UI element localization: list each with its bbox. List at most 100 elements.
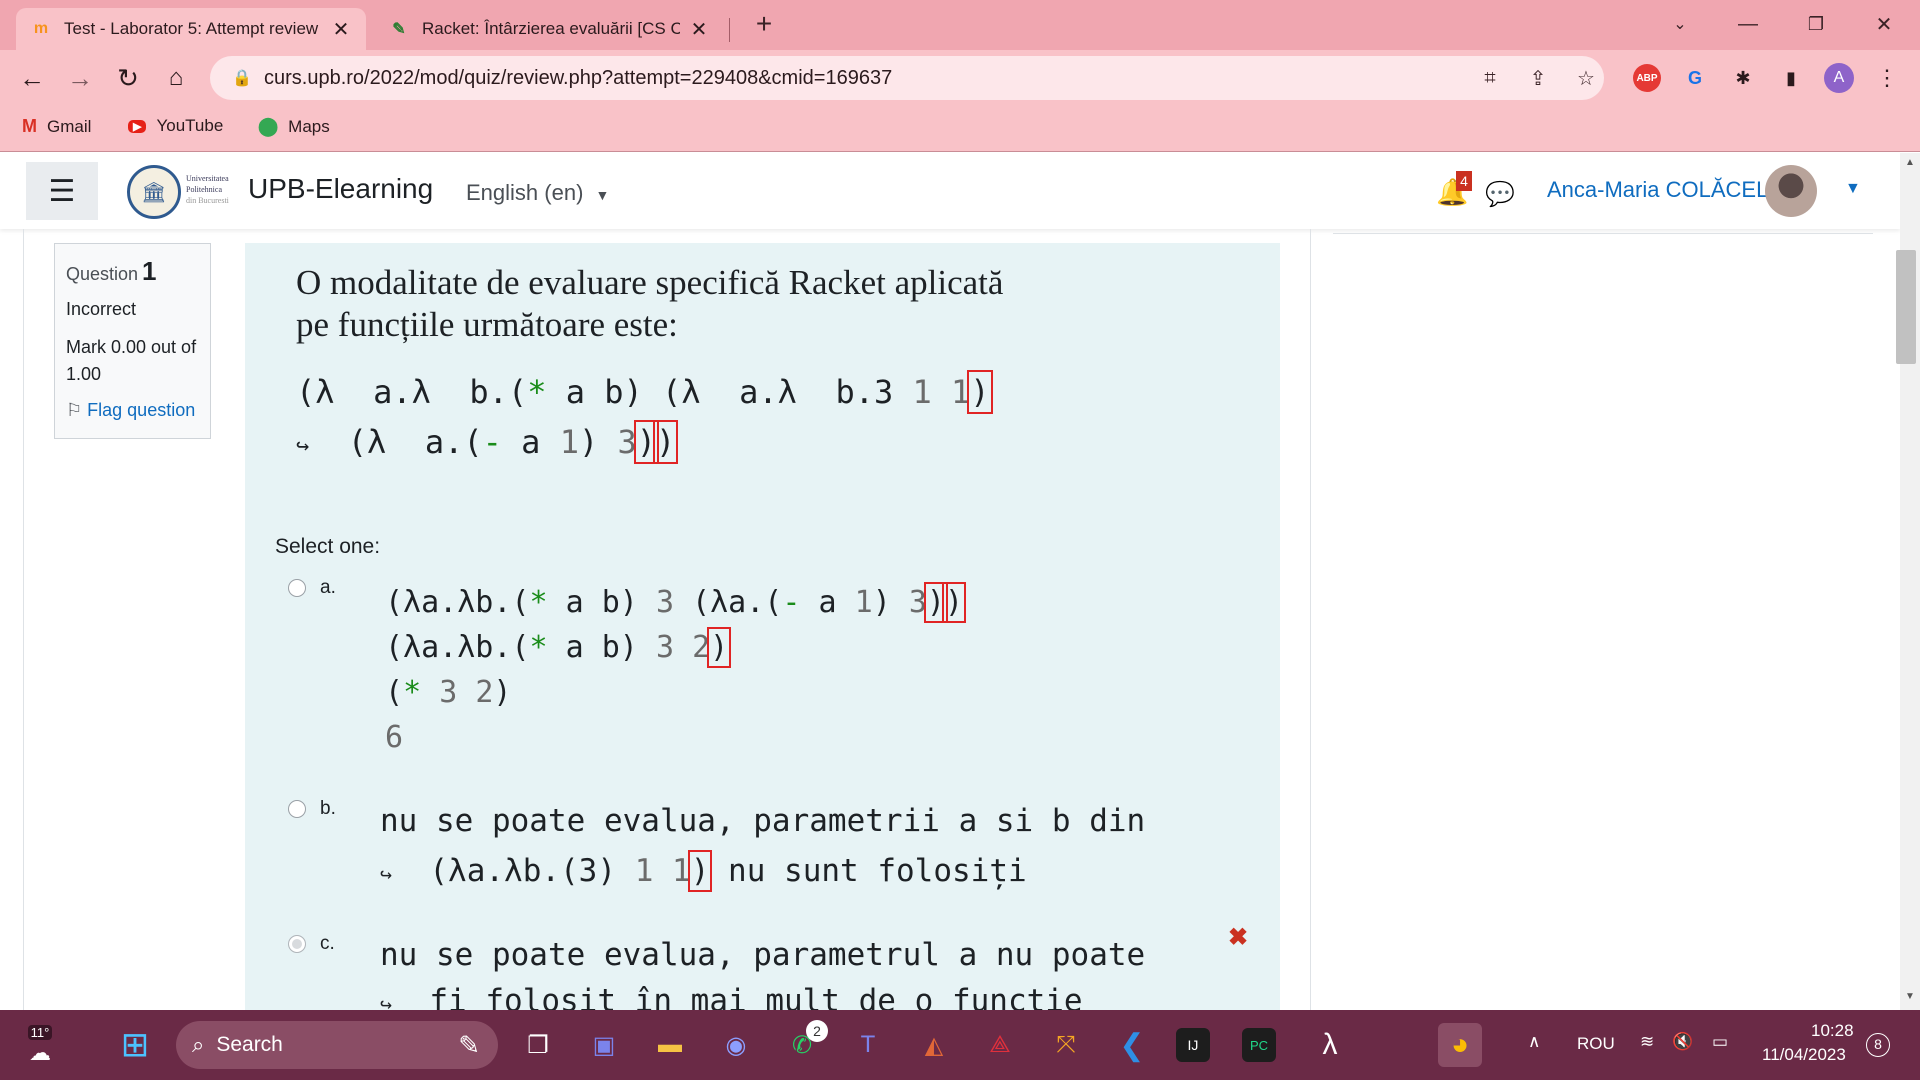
question-number: Question 1 — [66, 256, 199, 287]
flag-label: Flag question — [87, 400, 196, 420]
tab-search-button[interactable]: ⌄ — [1660, 6, 1700, 42]
restore-button[interactable]: ❐ — [1796, 6, 1836, 42]
back-button[interactable]: ← — [14, 60, 50, 96]
bookmark-maps[interactable]: ⬤ Maps — [258, 116, 330, 137]
whatsapp-badge: 2 — [806, 1020, 828, 1042]
side-panel-icon[interactable]: ▮ — [1776, 63, 1806, 93]
task-view-icon[interactable]: ❐ — [516, 1023, 560, 1067]
bookmark-youtube[interactable]: ▶ YouTube — [128, 116, 223, 136]
reload-button[interactable]: ↻ — [110, 60, 146, 96]
close-window-button[interactable]: ✕ — [1864, 6, 1904, 42]
option-c-expression-image[interactable]: nu se poate evalua, parametrul a nu poat… — [380, 937, 1145, 973]
input-language[interactable]: ROU — [1577, 1034, 1615, 1054]
option-b-radio[interactable] — [288, 800, 306, 818]
minimize-button[interactable]: — — [1728, 6, 1768, 42]
extensions-icon[interactable]: ✱ — [1728, 63, 1758, 93]
google-translate-icon[interactable]: G — [1680, 63, 1710, 93]
matlab-icon[interactable]: ◭ — [912, 1023, 956, 1067]
notification-center-badge[interactable]: 8 — [1866, 1033, 1890, 1057]
option-c-expression-image[interactable]: ↪ fi folosit în mai mult de o funcție — [380, 983, 1083, 1010]
content-border — [23, 229, 24, 1010]
taskbar-search[interactable]: ⌕ Search ✎ — [176, 1021, 498, 1069]
racket-icon[interactable]: λ — [1308, 1023, 1352, 1067]
profile-initial: A — [1824, 63, 1854, 93]
mute-icon[interactable]: 🔇 — [1672, 1032, 1693, 1052]
logo-line: Politehnica — [186, 185, 222, 194]
question-label: Question — [66, 264, 139, 284]
new-tab-button[interactable]: + — [744, 6, 784, 42]
address-url[interactable]: curs.upb.ro/2022/mod/quiz/review.php?att… — [264, 67, 892, 90]
discord-icon[interactable]: ◉ — [714, 1023, 758, 1067]
vscode-icon[interactable]: ❮ — [1110, 1023, 1154, 1067]
flag-question-link[interactable]: ⚐ Flag question — [66, 400, 199, 421]
file-explorer-icon[interactable]: ▬ — [648, 1023, 692, 1067]
bookmarks-bar: M Gmail ▶ YouTube ⬤ Maps — [0, 106, 1920, 152]
caret-down-icon[interactable]: ▼ — [1845, 180, 1861, 198]
clock-date[interactable]: 11/04/2023 — [1762, 1045, 1846, 1065]
adblock-icon[interactable]: ABP — [1632, 63, 1662, 93]
star-icon[interactable]: ☆ — [1572, 64, 1600, 92]
university-logo-text: Universitatea Politehnica din Bucuresti — [186, 173, 229, 206]
select-one-label: Select one: — [275, 535, 381, 558]
gitkraken-icon[interactable]: ⤧ — [1044, 1023, 1088, 1067]
option-a-expression-image[interactable]: (λa.λb.(* a b) 3 2) — [385, 627, 732, 668]
tab-racket-delay[interactable]: ✎ Racket: Întârzierea evaluării [CS C ✕ — [374, 8, 724, 50]
wifi-icon[interactable]: ≋ — [1640, 1032, 1654, 1052]
address-bar[interactable]: 🔒 curs.upb.ro/2022/mod/quiz/review.php?a… — [210, 56, 1604, 100]
option-letter: c. — [320, 933, 335, 954]
youtube-icon: ▶ — [128, 119, 147, 133]
browser-tab-strip: m Test - Laborator 5: Attempt review ✕ ✎… — [0, 0, 1920, 50]
question-text-line: pe funcțiile următoare este: — [296, 305, 678, 344]
windows-start-icon[interactable]: ⊞ — [113, 1023, 157, 1067]
windows-taskbar: 11° ☁ ⊞ ⌕ Search ✎ ❐ ▣ ▬ ◉ ✆ 2 T ◭ ⟁ ⤧ ❮… — [0, 1010, 1920, 1080]
option-a-expression-image[interactable]: (λa.λb.(* a b) 3 (λa.(- a 1) 3)) — [385, 582, 967, 623]
option-b-expression-image[interactable]: ↪ (λa.λb.(3) 1 1) nu sunt folosiți — [380, 850, 1027, 892]
weather-widget[interactable]: 11° ☁ — [10, 1023, 70, 1067]
option-a-expression-image[interactable]: 6 — [385, 720, 403, 755]
menu-icon[interactable]: ⋮ — [1872, 63, 1902, 93]
search-highlight-icon: ✎ — [458, 1029, 480, 1060]
tab-title: Racket: Întârzierea evaluării [CS C — [422, 19, 680, 38]
option-c-radio[interactable] — [288, 935, 306, 953]
scroll-down-arrow-icon[interactable]: ▼ — [1905, 991, 1915, 1002]
meet-now-icon[interactable]: ▣ — [582, 1023, 626, 1067]
tray-overflow-icon[interactable]: ∧ — [1528, 1032, 1540, 1052]
language-selector[interactable]: English (en) ▼ — [466, 180, 609, 206]
option-a-radio[interactable] — [288, 579, 306, 597]
battery-icon[interactable]: ▭ — [1712, 1032, 1728, 1052]
question-formulation: O modalitate de evaluare specifică Racke… — [245, 243, 1280, 1010]
chat-bubble-icon[interactable]: 💬 — [1485, 180, 1515, 209]
translate-icon[interactable]: ⌗ — [1476, 64, 1504, 92]
question-expression-image: ↪ (λ a.(- a 1) 3)) — [296, 420, 679, 464]
clock-time[interactable]: 10:28 — [1811, 1021, 1854, 1041]
scrollbar-thumb[interactable] — [1896, 250, 1916, 364]
profile-avatar[interactable]: A — [1824, 63, 1854, 93]
lock-icon[interactable]: 🔒 — [220, 68, 264, 88]
site-name[interactable]: UPB-Elearning — [248, 173, 433, 205]
scroll-up-arrow-icon[interactable]: ▲ — [1905, 157, 1915, 168]
clion-icon[interactable]: ⟁ — [978, 1023, 1022, 1067]
option-b-expression-image[interactable]: nu se poate evalua, parametrii a si b di… — [380, 803, 1145, 839]
option-a-expression-image[interactable]: (* 3 2) — [385, 675, 511, 710]
user-avatar[interactable] — [1765, 165, 1817, 217]
user-name[interactable]: Anca-Maria COLĂCEL — [1547, 177, 1768, 203]
university-logo[interactable]: 🏛 — [127, 165, 181, 219]
notification-count-badge: 4 — [1456, 171, 1472, 191]
chrome-icon[interactable]: ◕ — [1438, 1023, 1482, 1067]
close-tab-icon[interactable]: ✕ — [330, 17, 352, 42]
flag-icon: ⚐ — [66, 400, 83, 420]
forward-button[interactable]: → — [62, 60, 98, 96]
incorrect-x-icon: ✖ — [1228, 924, 1249, 951]
content-border — [1310, 229, 1311, 1010]
search-icon: ⌕ — [192, 1032, 205, 1057]
pycharm-icon[interactable]: PC — [1242, 1028, 1276, 1062]
search-placeholder: Search — [216, 1033, 283, 1056]
tab-quiz-review[interactable]: m Test - Laborator 5: Attempt review ✕ — [16, 8, 366, 50]
home-button[interactable]: ⌂ — [158, 60, 194, 96]
intellij-icon[interactable]: IJ — [1176, 1028, 1210, 1062]
bookmark-gmail[interactable]: M Gmail — [22, 116, 91, 137]
share-icon[interactable]: ⇪ — [1524, 64, 1552, 92]
close-tab-icon[interactable]: ✕ — [688, 17, 710, 42]
teams-icon[interactable]: T — [846, 1023, 890, 1067]
hamburger-menu-button[interactable]: ☰ — [26, 162, 98, 220]
